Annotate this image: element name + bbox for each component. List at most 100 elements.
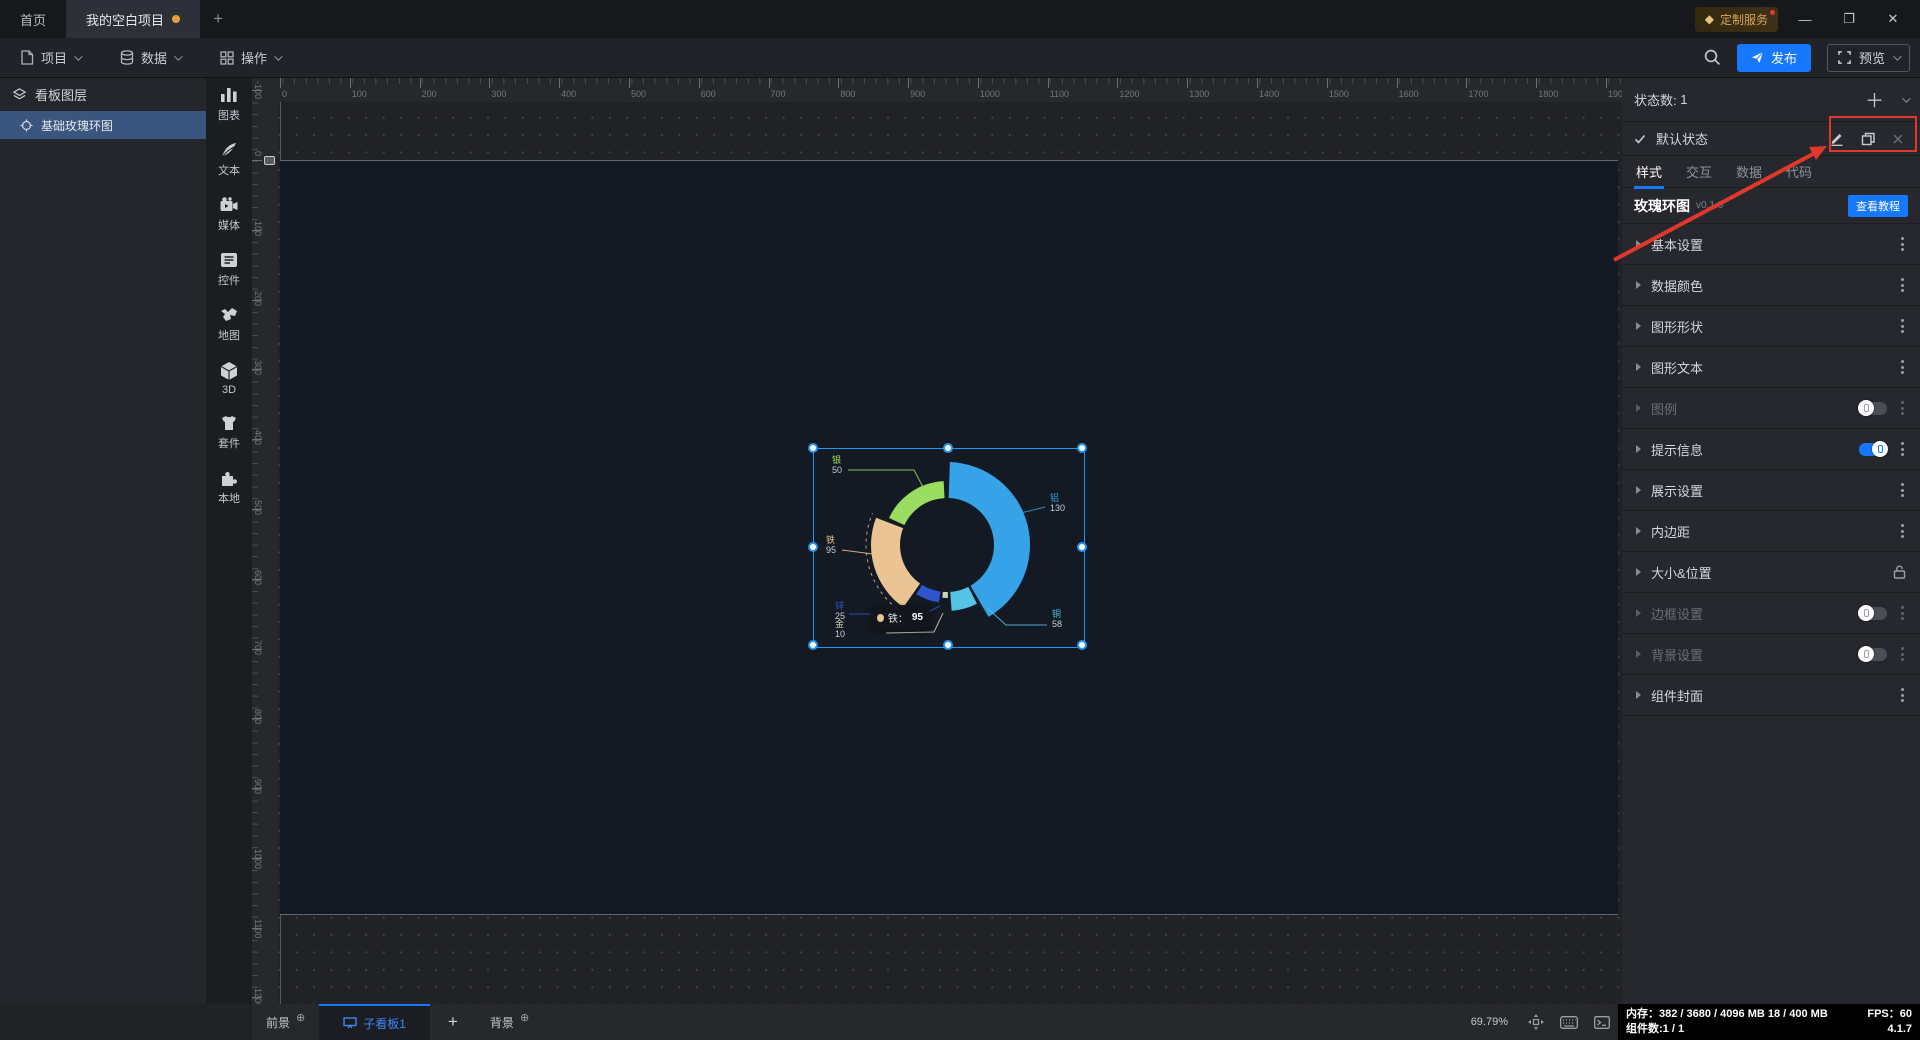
- toolbar-item-7[interactable]: 套件: [218, 414, 240, 451]
- caret-right-icon: [1636, 363, 1641, 371]
- kebab-menu-icon[interactable]: [1899, 317, 1906, 335]
- section-row-2[interactable]: 图形形状: [1622, 306, 1920, 347]
- resize-handle[interactable]: [808, 640, 818, 650]
- caret-right-icon: [1636, 240, 1641, 248]
- bottombar-left-spacer: [0, 1004, 252, 1040]
- selected-component-rose-chart[interactable]: 铝 130 铜 58 金 10 锌 25 铁 95 银 50 铁： 95: [808, 443, 1087, 650]
- kebab-menu-icon[interactable]: [1899, 481, 1906, 499]
- window-tab-bar: 首页 我的空白项目 + ◆ 定制服务 — ❐ ✕: [0, 0, 1920, 38]
- toolbar-item-3[interactable]: 媒体: [218, 196, 240, 233]
- toggle-off[interactable]: [1858, 604, 1887, 621]
- kebab-menu-icon[interactable]: [1899, 440, 1906, 458]
- kebab-menu-icon[interactable]: [1899, 645, 1906, 663]
- resize-handle[interactable]: [1077, 640, 1087, 650]
- lock-icon[interactable]: [1893, 565, 1906, 579]
- close-button[interactable]: ✕: [1876, 4, 1910, 34]
- settings-tab-2[interactable]: 数据: [1736, 162, 1762, 181]
- layers-panel: 看板图层 基础玫瑰环图: [0, 78, 206, 1004]
- section-row-6[interactable]: 展示设置: [1622, 470, 1920, 511]
- section-row-5[interactable]: 提示信息: [1622, 429, 1920, 470]
- section-row-8[interactable]: 大小&位置: [1622, 552, 1920, 593]
- toolbar-item-4[interactable]: 控件: [218, 251, 240, 288]
- kebab-menu-icon[interactable]: [1899, 358, 1906, 376]
- ruler-tick: [280, 78, 281, 88]
- toolbar-item-6[interactable]: 3D: [219, 361, 239, 396]
- fps-stat: FPS：60: [1867, 1008, 1912, 1020]
- ruler-label: 700: [770, 89, 786, 99]
- toolbar-item-5[interactable]: 地图: [218, 306, 240, 343]
- resize-handle[interactable]: [942, 443, 953, 453]
- maximize-button[interactable]: ❐: [1832, 4, 1866, 34]
- toolbar-item-2[interactable]: 文本: [218, 141, 240, 178]
- add-state-button[interactable]: ＋: [1865, 86, 1884, 113]
- console-icon[interactable]: [1586, 1004, 1618, 1040]
- horizontal-ruler: 0 100 200 300 400 500 600 700 800 900 1000 1100 1200…: [278, 78, 1622, 102]
- menu-database[interactable]: 数据: [100, 48, 200, 67]
- ruler-label: 1500: [1328, 89, 1349, 99]
- section-row-4[interactable]: 图例: [1622, 388, 1920, 429]
- ruler-label: 800: [253, 709, 263, 725]
- custom-service-label: 定制服务: [1719, 12, 1768, 27]
- resize-handle[interactable]: [808, 443, 818, 453]
- toggle-on[interactable]: [1859, 440, 1888, 457]
- kebab-menu-icon[interactable]: [1899, 276, 1906, 294]
- settings-tab-3[interactable]: 代码: [1786, 162, 1812, 181]
- fit-screen-icon[interactable]: [1520, 1004, 1552, 1040]
- bottombar-right: 69.79% 内存：382 / 3680 / 4096 MB 18 / 400 …: [1459, 1004, 1920, 1040]
- kebab-menu-icon[interactable]: [1899, 235, 1906, 253]
- kebab-menu-icon[interactable]: [1899, 686, 1906, 704]
- add-background-icon[interactable]: ⊕: [520, 1011, 529, 1024]
- resize-handle[interactable]: [808, 541, 818, 552]
- menus: 项目 数据 操作: [0, 48, 300, 67]
- layer-item[interactable]: 基础玫瑰环图: [0, 111, 206, 139]
- section-label: 大小&位置: [1651, 565, 1712, 581]
- shortcut-keyboard-icon[interactable]: [1552, 1004, 1586, 1040]
- toolbar-item-8[interactable]: 本地: [218, 469, 240, 506]
- section-row-3[interactable]: 图形文本: [1622, 347, 1920, 388]
- foreground-tab[interactable]: 前景 ⊕: [252, 1004, 319, 1040]
- window-tab-0[interactable]: 首页: [0, 0, 66, 38]
- section-row-11[interactable]: 组件封面: [1622, 675, 1920, 716]
- settings-tab-0[interactable]: 样式: [1633, 162, 1665, 189]
- section-label: 图形文本: [1651, 360, 1704, 376]
- settings-tab-1[interactable]: 交互: [1686, 162, 1712, 181]
- preview-button[interactable]: 预览: [1826, 43, 1910, 72]
- new-tab-button[interactable]: +: [200, 0, 236, 38]
- kebab-menu-icon[interactable]: [1899, 604, 1906, 622]
- section-row-7[interactable]: 内边距: [1622, 511, 1920, 552]
- section-row-1[interactable]: 数据颜色: [1622, 265, 1920, 306]
- chevron-down-icon[interactable]: [1902, 93, 1911, 103]
- add-board-button[interactable]: +: [430, 1004, 476, 1040]
- segment-label-value: 58: [1052, 619, 1062, 629]
- segment-label-value: 50: [832, 465, 842, 475]
- kebab-menu-icon[interactable]: [1899, 399, 1906, 417]
- minimize-button[interactable]: —: [1788, 4, 1822, 34]
- ruler-label: 500: [253, 499, 263, 515]
- text-icon: [219, 141, 239, 159]
- menu-document[interactable]: 项目: [0, 48, 100, 67]
- tutorial-button[interactable]: 查看教程: [1848, 194, 1908, 217]
- menu-grid[interactable]: 操作: [200, 48, 300, 67]
- publish-button[interactable]: 发布: [1736, 43, 1811, 72]
- zoom-level[interactable]: 69.79%: [1459, 1004, 1520, 1040]
- menu-bar: 项目 数据 操作 发布 预览: [0, 38, 1920, 78]
- section-row-10[interactable]: 背景设置: [1622, 634, 1920, 675]
- toolbar-item-1[interactable]: 图表: [218, 86, 240, 123]
- window-tab-1[interactable]: 我的空白项目: [66, 0, 201, 38]
- subboard-tab[interactable]: 子看板1: [319, 1004, 430, 1040]
- section-row-9[interactable]: 边框设置: [1622, 593, 1920, 634]
- resize-handle[interactable]: [1077, 541, 1087, 552]
- kebab-menu-icon[interactable]: [1899, 522, 1906, 540]
- toggle-off[interactable]: [1858, 399, 1887, 416]
- resize-handle[interactable]: [942, 640, 953, 650]
- ruler-label: 500: [630, 89, 646, 99]
- custom-service-badge[interactable]: ◆ 定制服务: [1694, 6, 1778, 32]
- toggle-off[interactable]: [1858, 645, 1887, 662]
- section-label: 图形形状: [1651, 319, 1704, 335]
- add-foreground-icon[interactable]: ⊕: [296, 1011, 305, 1024]
- canvas-area[interactable]: 0 100 200 300 400 500 600 700 800 900 1000 1100 1200…: [252, 78, 1622, 1004]
- resize-handle[interactable]: [1077, 443, 1087, 453]
- background-tab[interactable]: 背景 ⊕: [476, 1004, 543, 1040]
- section-row-0[interactable]: 基本设置: [1622, 224, 1920, 265]
- search-icon[interactable]: [1704, 49, 1721, 66]
